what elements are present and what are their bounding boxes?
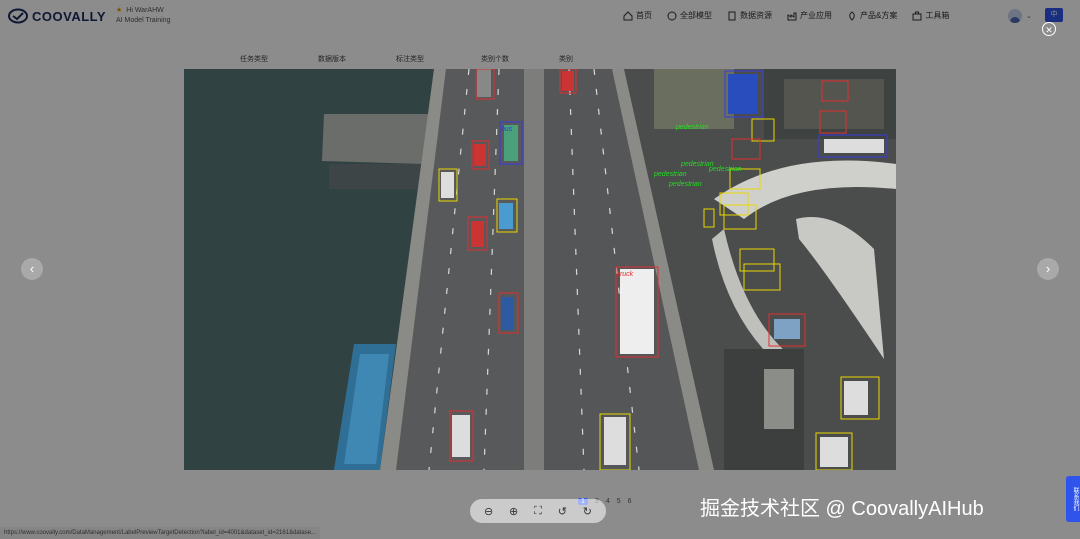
zoom-in-icon[interactable]: ⊕ xyxy=(509,505,518,518)
next-image-button[interactable]: › xyxy=(1037,258,1059,280)
watermark-text: 掘金技术社区 @ CoovallyAIHub xyxy=(700,498,984,520)
contact-us-button[interactable]: 联系我们 xyxy=(1066,476,1080,522)
annotated-image-viewer[interactable]: bus truck pedestrian pedestrian pedestri… xyxy=(184,69,896,470)
pedestrian-label-1: pedestrian xyxy=(675,124,709,131)
page-5[interactable]: 5 xyxy=(617,498,621,505)
zoom-out-icon[interactable]: ⊖ xyxy=(484,505,493,518)
fit-screen-icon[interactable]: ⛶ xyxy=(534,505,542,518)
pedestrian-label-4: pedestrian xyxy=(668,181,702,188)
rotate-left-icon[interactable]: ↺ xyxy=(558,505,567,518)
pedestrian-label-5: pedestrian xyxy=(708,166,742,173)
chevron-left-icon: ‹ xyxy=(29,261,35,276)
chevron-right-icon: › xyxy=(1045,261,1051,276)
previous-image-button[interactable]: ‹ xyxy=(21,258,43,280)
aerial-road-image: bus truck pedestrian pedestrian pedestri… xyxy=(184,69,896,470)
pedestrian-label-3: pedestrian xyxy=(653,171,687,178)
page-6[interactable]: 6 xyxy=(628,498,632,505)
page-4[interactable]: 4 xyxy=(606,498,610,505)
viewer-toolbar: ⊖ ⊕ ⛶ ↺ ↻ xyxy=(470,499,606,523)
rotate-right-icon[interactable]: ↻ xyxy=(583,505,592,518)
truck-label: truck xyxy=(618,271,634,278)
close-preview-button[interactable]: ✕ xyxy=(1042,22,1056,36)
bus-label: bus xyxy=(501,126,513,133)
